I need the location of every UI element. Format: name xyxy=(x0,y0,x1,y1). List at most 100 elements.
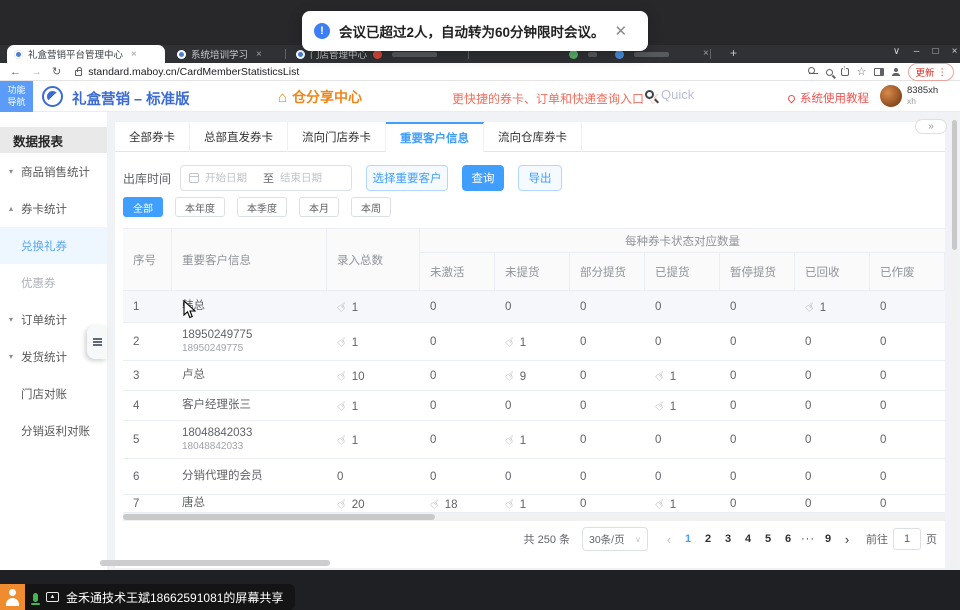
page-size-select[interactable]: 30条/页 ∨ xyxy=(582,527,648,551)
page-number[interactable]: 1 xyxy=(678,533,698,545)
page-number[interactable]: 5 xyxy=(758,533,778,545)
warehouse-share-center-link[interactable]: ⌂ 仓分享中心 xyxy=(278,87,362,107)
pointer-icon[interactable]: ☞ xyxy=(652,367,669,385)
sidebar-item[interactable]: ▴券卡统计 xyxy=(0,190,107,227)
pointer-icon[interactable]: ☞ xyxy=(652,397,669,415)
share-icon[interactable] xyxy=(841,68,849,76)
range-chip[interactable]: 全部 xyxy=(123,197,163,217)
status-cell: ☞1 xyxy=(645,497,720,511)
select-customer-button[interactable]: 选择重要客户 xyxy=(366,165,448,191)
pointer-icon[interactable]: ☞ xyxy=(502,495,519,512)
range-chip[interactable]: 本季度 xyxy=(237,197,287,217)
range-chip[interactable]: 本年度 xyxy=(175,197,225,217)
sidebar-item[interactable]: 优惠券 xyxy=(0,264,107,301)
window-menu-icon[interactable]: ∨ xyxy=(888,46,905,57)
table-row[interactable]: 7唐总☞20☞18☞10☞1000 xyxy=(123,495,945,513)
pointer-icon[interactable]: ☞ xyxy=(334,431,351,449)
content-tab[interactable]: 重要客户信息 xyxy=(386,122,484,152)
goto-page-input[interactable] xyxy=(893,528,921,550)
page-number[interactable]: 3 xyxy=(718,533,738,545)
page-number[interactable]: 4 xyxy=(738,533,758,545)
table-row[interactable]: 21895024977518950249775☞10☞100000 xyxy=(123,323,945,361)
zoom-icon[interactable] xyxy=(826,69,833,76)
forward-icon[interactable]: → xyxy=(31,66,42,78)
content-tab[interactable]: 总部直发券卡 xyxy=(190,122,288,152)
content-tab[interactable]: 流向门店券卡 xyxy=(288,122,386,152)
pointer-icon[interactable]: ☞ xyxy=(427,495,444,512)
page-ellipsis[interactable]: ··· xyxy=(798,533,818,545)
pointer-icon[interactable]: ☞ xyxy=(334,367,351,385)
url-field[interactable]: standard.maboy.cn/CardMemberStatisticsLi… xyxy=(88,66,299,78)
export-button[interactable]: 导出 xyxy=(518,165,562,191)
cell-value: 0 xyxy=(880,471,886,483)
cell-value: 1 xyxy=(670,371,676,383)
window-close-icon[interactable]: × xyxy=(946,46,960,57)
table-row[interactable]: 3卢总☞100☞90☞1000 xyxy=(123,361,945,391)
range-chip[interactable]: 本周 xyxy=(351,197,391,217)
query-button[interactable]: 查询 xyxy=(462,165,504,191)
tab-close-icon[interactable]: × xyxy=(131,49,137,60)
collapse-panel-button[interactable]: » xyxy=(915,119,947,134)
tab-close-icon[interactable]: × xyxy=(703,48,709,59)
pointer-icon[interactable]: ☞ xyxy=(334,298,351,316)
table-row[interactable]: 51804884203318048842033☞10☞100000 xyxy=(123,421,945,459)
next-page-button[interactable]: › xyxy=(838,532,856,547)
user-avatar[interactable] xyxy=(880,85,902,107)
user-menu[interactable]: 8385xh xh xyxy=(907,86,938,107)
window-maximize-icon[interactable]: □ xyxy=(927,46,944,57)
profile-icon[interactable] xyxy=(892,68,900,76)
scrollbar-thumb[interactable] xyxy=(952,120,957,250)
cell-value: 1 xyxy=(352,302,358,314)
screen-share-pill[interactable]: ▲ 金禾通技术王斌18662591081的屏幕共享 xyxy=(25,584,295,610)
page-vertical-scrollbar[interactable] xyxy=(951,112,958,568)
sidebar-drawer-handle[interactable] xyxy=(87,325,107,359)
range-chip[interactable]: 本月 xyxy=(299,197,339,217)
pointer-icon[interactable]: ☞ xyxy=(502,333,519,351)
pointer-icon[interactable]: ☞ xyxy=(502,367,519,385)
tutorial-link[interactable]: 系统使用教程 xyxy=(788,90,869,106)
sidebar-item[interactable]: ▾商品销售统计 xyxy=(0,153,107,190)
table-row[interactable]: 1韩总☞100000☞10 xyxy=(123,291,945,323)
pointer-icon[interactable]: ☞ xyxy=(652,495,669,512)
browser-tab-active[interactable]: 礼盒营销平台管理中心 × xyxy=(7,45,165,63)
new-tab-button[interactable]: + xyxy=(730,46,737,60)
pointer-icon[interactable]: ☞ xyxy=(802,298,819,316)
tab-close-icon[interactable]: × xyxy=(256,49,262,60)
end-date-input[interactable] xyxy=(280,172,332,184)
chrome-update-button[interactable]: 更新 ⋮ xyxy=(908,63,954,81)
sidebar-item[interactable]: 分销返利对账 xyxy=(0,412,107,449)
cell-value: 0 xyxy=(505,400,511,412)
sidebar-item[interactable]: 门店对账 xyxy=(0,375,107,412)
window-minimize-icon[interactable]: – xyxy=(908,46,925,57)
scrollbar-thumb[interactable] xyxy=(123,514,435,520)
pointer-icon[interactable]: ☞ xyxy=(334,333,351,351)
content-tab[interactable]: 全部券卡 xyxy=(115,122,190,152)
content-tab[interactable]: 流向仓库券卡 xyxy=(484,122,582,152)
table-row[interactable]: 6分销代理的会员00000000 xyxy=(123,459,945,495)
prev-page-button[interactable]: ‹ xyxy=(660,532,678,547)
table-row[interactable]: 4客户经理张三☞1000☞1000 xyxy=(123,391,945,421)
page-horizontal-scrollbar-thumb[interactable] xyxy=(100,560,330,566)
sidebar-item[interactable]: 兑换礼券 xyxy=(0,227,107,264)
date-range-picker[interactable]: 至 xyxy=(180,165,352,191)
pointer-icon[interactable]: ☞ xyxy=(334,397,351,415)
function-nav-toggle[interactable]: 功能 导航 xyxy=(0,81,33,112)
browser-tab[interactable]: 系统培训学习 × xyxy=(170,45,282,63)
table-horizontal-scrollbar[interactable] xyxy=(123,513,945,521)
pointer-icon[interactable]: ☞ xyxy=(334,495,351,512)
reload-icon[interactable]: ↻ xyxy=(52,65,61,78)
start-date-input[interactable] xyxy=(205,172,257,184)
cell-value: 20 xyxy=(352,499,365,511)
page-number[interactable]: 9 xyxy=(818,533,838,545)
pointer-icon[interactable]: ☞ xyxy=(502,431,519,449)
page-number[interactable]: 6 xyxy=(778,533,798,545)
quick-entry-link[interactable]: 更快捷的券卡、订单和快递查询入口 ☞ xyxy=(452,90,661,107)
bookmark-star-icon[interactable]: ☆ xyxy=(857,67,867,78)
toast-close-icon[interactable]: ✕ xyxy=(615,22,628,40)
side-panel-icon[interactable] xyxy=(874,68,884,76)
password-key-icon[interactable] xyxy=(809,70,818,74)
quick-search[interactable]: Quick xyxy=(645,87,694,102)
column-header-no: 序号 xyxy=(123,229,172,291)
page-number[interactable]: 2 xyxy=(698,533,718,545)
back-icon[interactable]: ← xyxy=(10,66,21,78)
